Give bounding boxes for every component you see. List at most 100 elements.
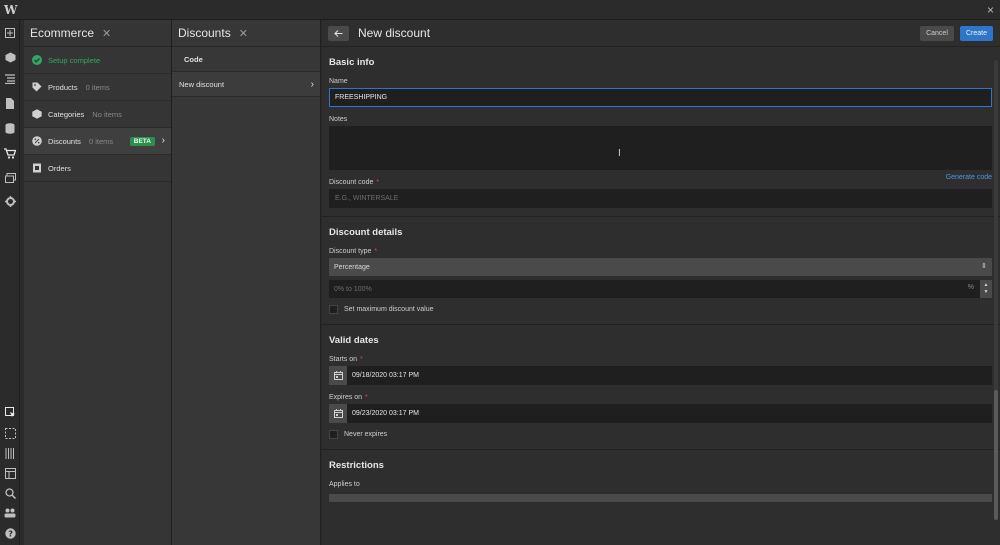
nav-products[interactable]: Products 0 items — [24, 74, 171, 101]
nav-categories[interactable]: Categories No items — [24, 101, 171, 128]
required-mark: * — [374, 248, 378, 255]
new-discount-form: New discount Cancel Create Basic info Na… — [322, 20, 1000, 545]
chevron-right-icon: › — [161, 135, 165, 146]
add-icon[interactable] — [3, 26, 17, 40]
close-icon[interactable]: × — [987, 3, 994, 17]
discount-type-select[interactable]: Percentage ⇕ — [329, 258, 992, 276]
discount-amount-field[interactable]: 0% to 100% % ▲ ▼ — [329, 280, 992, 298]
beta-badge: BETA — [129, 137, 155, 146]
receipt-icon — [32, 163, 42, 173]
generate-code-link[interactable]: Generate code — [946, 174, 992, 181]
ecommerce-panel-header: Ecommerce ✕ — [24, 20, 171, 47]
nav-label: Setup complete — [48, 55, 101, 65]
discount-type-value: Percentage — [334, 263, 370, 271]
starts-on-label-row: Starts on * — [322, 352, 1000, 366]
nav-discounts[interactable]: Discounts 0 items BETA › — [24, 128, 171, 155]
marquee-icon[interactable] — [3, 426, 17, 440]
restrictions-section: Restrictions Applies to — [322, 450, 1000, 502]
discounts-panel-title: Discounts — [178, 26, 231, 40]
scrollbar-thumb[interactable] — [994, 390, 998, 520]
select-arrows-icon: ⇕ — [981, 263, 987, 270]
audit-icon[interactable] — [3, 446, 17, 460]
chevron-right-icon: › — [310, 79, 314, 90]
create-button[interactable]: Create — [960, 26, 993, 41]
discount-icon — [32, 136, 42, 146]
valid-dates-section: Valid dates Starts on * 09/18/2020 03:17 … — [322, 325, 1000, 450]
select-icon[interactable] — [3, 405, 17, 419]
max-discount-checkbox[interactable] — [329, 305, 338, 314]
applies-to-label: Applies to — [329, 481, 360, 488]
starts-on-field[interactable]: 09/18/2020 03:17 PM — [329, 366, 992, 385]
discount-row-label: New discount — [179, 79, 225, 89]
cms-icon[interactable] — [3, 121, 17, 135]
settings-icon[interactable] — [3, 194, 17, 208]
section-title: Valid dates — [329, 335, 379, 346]
max-discount-checkbox-row[interactable]: Set maximum discount value — [322, 298, 1000, 316]
close-panel-icon[interactable]: ✕ — [239, 27, 248, 40]
box-icon[interactable] — [3, 50, 17, 64]
svg-text:?: ? — [8, 529, 13, 538]
discount-code-field[interactable]: E.G., WINTERSALE — [329, 189, 992, 208]
discount-details-section: Discount details Discount type * Percenta… — [322, 217, 1000, 325]
required-mark: * — [365, 394, 368, 401]
basic-info-section: Basic info Name FREESHIPPING Notes I Dis… — [322, 47, 1000, 217]
nav-count: 0 items — [85, 82, 110, 92]
expires-on-field[interactable]: 09/23/2020 03:17 PM — [329, 404, 992, 423]
starts-on-value: 09/18/2020 03:17 PM — [352, 372, 419, 379]
name-field[interactable]: FREESHIPPING — [329, 88, 992, 107]
notes-label: Notes — [329, 116, 348, 123]
nav-count: No items — [92, 109, 122, 119]
back-button[interactable] — [328, 25, 349, 41]
cancel-button[interactable]: Cancel — [920, 26, 954, 41]
discount-row[interactable]: New discount › — [172, 72, 320, 97]
navigator-icon[interactable] — [3, 72, 17, 86]
name-label: Name — [329, 78, 348, 85]
never-expires-checkbox[interactable] — [329, 430, 338, 439]
nav-setup-complete[interactable]: Setup complete — [24, 47, 171, 74]
nav-label: Discounts — [48, 136, 81, 146]
calendar-icon[interactable] — [329, 366, 347, 385]
starts-on-label: Starts on — [329, 356, 358, 363]
number-stepper[interactable]: ▲ ▼ — [980, 280, 992, 298]
never-expires-label: Never expires — [344, 431, 388, 438]
ecommerce-panel-title: Ecommerce — [30, 26, 95, 40]
check-circle-icon — [32, 55, 42, 65]
nav-orders[interactable]: Orders — [24, 155, 171, 182]
required-mark: * — [360, 356, 363, 363]
calendar-icon[interactable] — [329, 404, 347, 423]
discount-code-label-row: Discount code * Generate code — [322, 170, 1000, 189]
search-icon[interactable] — [3, 486, 17, 500]
discounts-panel-header: Discounts ✕ — [172, 20, 320, 47]
help-icon[interactable]: ? — [3, 526, 17, 540]
webflow-logo[interactable]: W — [4, 3, 17, 17]
section-title: Restrictions — [329, 460, 384, 471]
applies-to-select[interactable] — [329, 494, 992, 502]
section-title: Discount details — [329, 227, 403, 238]
text-cursor-icon: I — [618, 148, 621, 159]
ecommerce-icon[interactable] — [3, 146, 17, 160]
close-panel-icon[interactable]: ✕ — [102, 27, 111, 40]
notes-field[interactable]: I — [329, 126, 992, 170]
nav-label: Orders — [48, 163, 71, 173]
discount-code-label: Discount code — [329, 179, 374, 186]
discount-type-label-row: Discount type * — [322, 244, 1000, 258]
tag-icon — [32, 82, 42, 92]
discount-type-label: Discount type — [329, 248, 372, 255]
discounts-panel: Discounts ✕ Code New discount › — [172, 20, 321, 545]
layout-icon[interactable] — [3, 466, 17, 480]
box-icon — [32, 109, 42, 119]
pages-icon[interactable] — [3, 96, 17, 110]
users-icon[interactable] — [3, 506, 17, 520]
never-expires-checkbox-row[interactable]: Never expires — [322, 423, 1000, 441]
form-header: New discount Cancel Create — [322, 20, 1000, 47]
expires-on-value: 09/23/2020 03:17 PM — [352, 410, 419, 417]
expires-on-label: Expires on — [329, 394, 363, 401]
code-column-header: Code — [172, 47, 320, 72]
nav-label: Categories — [48, 109, 85, 119]
nav-label: Products — [48, 82, 78, 92]
expires-on-label-row: Expires on * — [322, 385, 1000, 404]
left-toolbar: ? — [0, 20, 20, 545]
assets-icon[interactable] — [3, 171, 17, 185]
scrollbar[interactable] — [994, 60, 998, 520]
max-discount-label: Set maximum discount value — [344, 306, 434, 313]
